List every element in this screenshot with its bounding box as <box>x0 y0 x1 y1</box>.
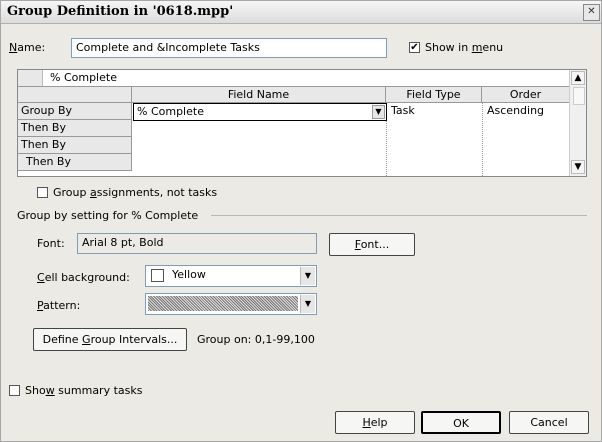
grid-scrollbar[interactable]: ▲ ▼ <box>569 70 586 176</box>
cell-background-select[interactable]: Yellow ▼ <box>145 265 317 287</box>
show-summary-checkbox[interactable] <box>9 385 20 396</box>
chevron-down-icon[interactable]: ▼ <box>300 267 315 285</box>
grid-divider <box>482 103 483 176</box>
group-setting-heading: Group by setting for % Complete <box>17 209 199 222</box>
ok-button[interactable]: OK <box>421 411 501 434</box>
font-label: Font: <box>37 237 65 250</box>
show-in-menu-checkbox[interactable]: ✔ <box>409 42 420 53</box>
grid-row-header-corner <box>18 87 132 103</box>
help-button[interactable]: Help <box>335 411 415 434</box>
field-name-cell-editing[interactable]: % Complete ▼ <box>133 103 387 121</box>
pattern-select[interactable]: ▼ <box>145 293 317 315</box>
group-by-grid: % Complete Field Name Field Type Order G… <box>17 69 587 177</box>
color-swatch <box>151 269 164 282</box>
chevron-up-icon[interactable]: ▲ <box>571 71 585 85</box>
group-definition-dialog: Group Definition in '0618.mpp' ✕ Name: C… <box>0 0 602 442</box>
grid-corner <box>18 70 43 86</box>
grid-edit-bar[interactable]: % Complete <box>18 70 570 87</box>
col-header-field-name[interactable]: Field Name <box>132 87 386 103</box>
show-in-menu-label: Show in menu <box>425 41 504 54</box>
name-label: Name: <box>9 41 46 54</box>
order-cell[interactable]: Ascending <box>484 103 570 120</box>
chevron-down-icon[interactable]: ▼ <box>300 295 315 313</box>
font-button[interactable]: Font... <box>329 233 415 256</box>
cancel-button[interactable]: Cancel <box>509 411 589 434</box>
group-assignments-label: Group assignments, not tasks <box>53 186 218 199</box>
col-header-field-type[interactable]: Field Type <box>386 87 482 103</box>
row-header-group-by[interactable]: Group By <box>18 103 132 120</box>
row-header-then-by[interactable]: Then By <box>18 154 132 171</box>
close-icon[interactable]: ✕ <box>583 4 600 21</box>
pattern-label: Pattern: <box>37 299 81 312</box>
field-type-cell[interactable]: Task <box>388 103 482 120</box>
cell-background-value: Yellow <box>172 268 206 281</box>
grid-edit-value: % Complete <box>50 71 117 84</box>
chevron-down-icon[interactable]: ▼ <box>571 160 585 174</box>
pattern-preview <box>148 296 298 311</box>
name-input[interactable]: Complete and &Incomplete Tasks <box>71 38 387 58</box>
font-value-field: Arial 8 pt, Bold <box>77 233 317 254</box>
scroll-thumb[interactable] <box>573 87 585 105</box>
group-on-text: Group on: 0,1-99,100 <box>197 333 315 346</box>
group-assignments-checkbox[interactable] <box>37 187 48 198</box>
window-title: Group Definition in '0618.mpp' <box>7 4 234 19</box>
show-summary-label: Show summary tasks <box>25 384 143 397</box>
define-group-intervals-button[interactable]: Define Group Intervals... <box>33 328 187 351</box>
cell-background-label: Cell background: <box>37 271 130 284</box>
row-header-then-by[interactable]: Then By <box>18 120 132 137</box>
title-bar[interactable]: Group Definition in '0618.mpp' ✕ <box>1 1 601 24</box>
field-name-value: % Complete <box>137 105 204 118</box>
row-header-then-by[interactable]: Then By <box>18 137 132 154</box>
group-setting-divider <box>211 215 587 216</box>
chevron-down-icon[interactable]: ▼ <box>372 105 385 119</box>
col-header-order[interactable]: Order <box>482 87 570 103</box>
